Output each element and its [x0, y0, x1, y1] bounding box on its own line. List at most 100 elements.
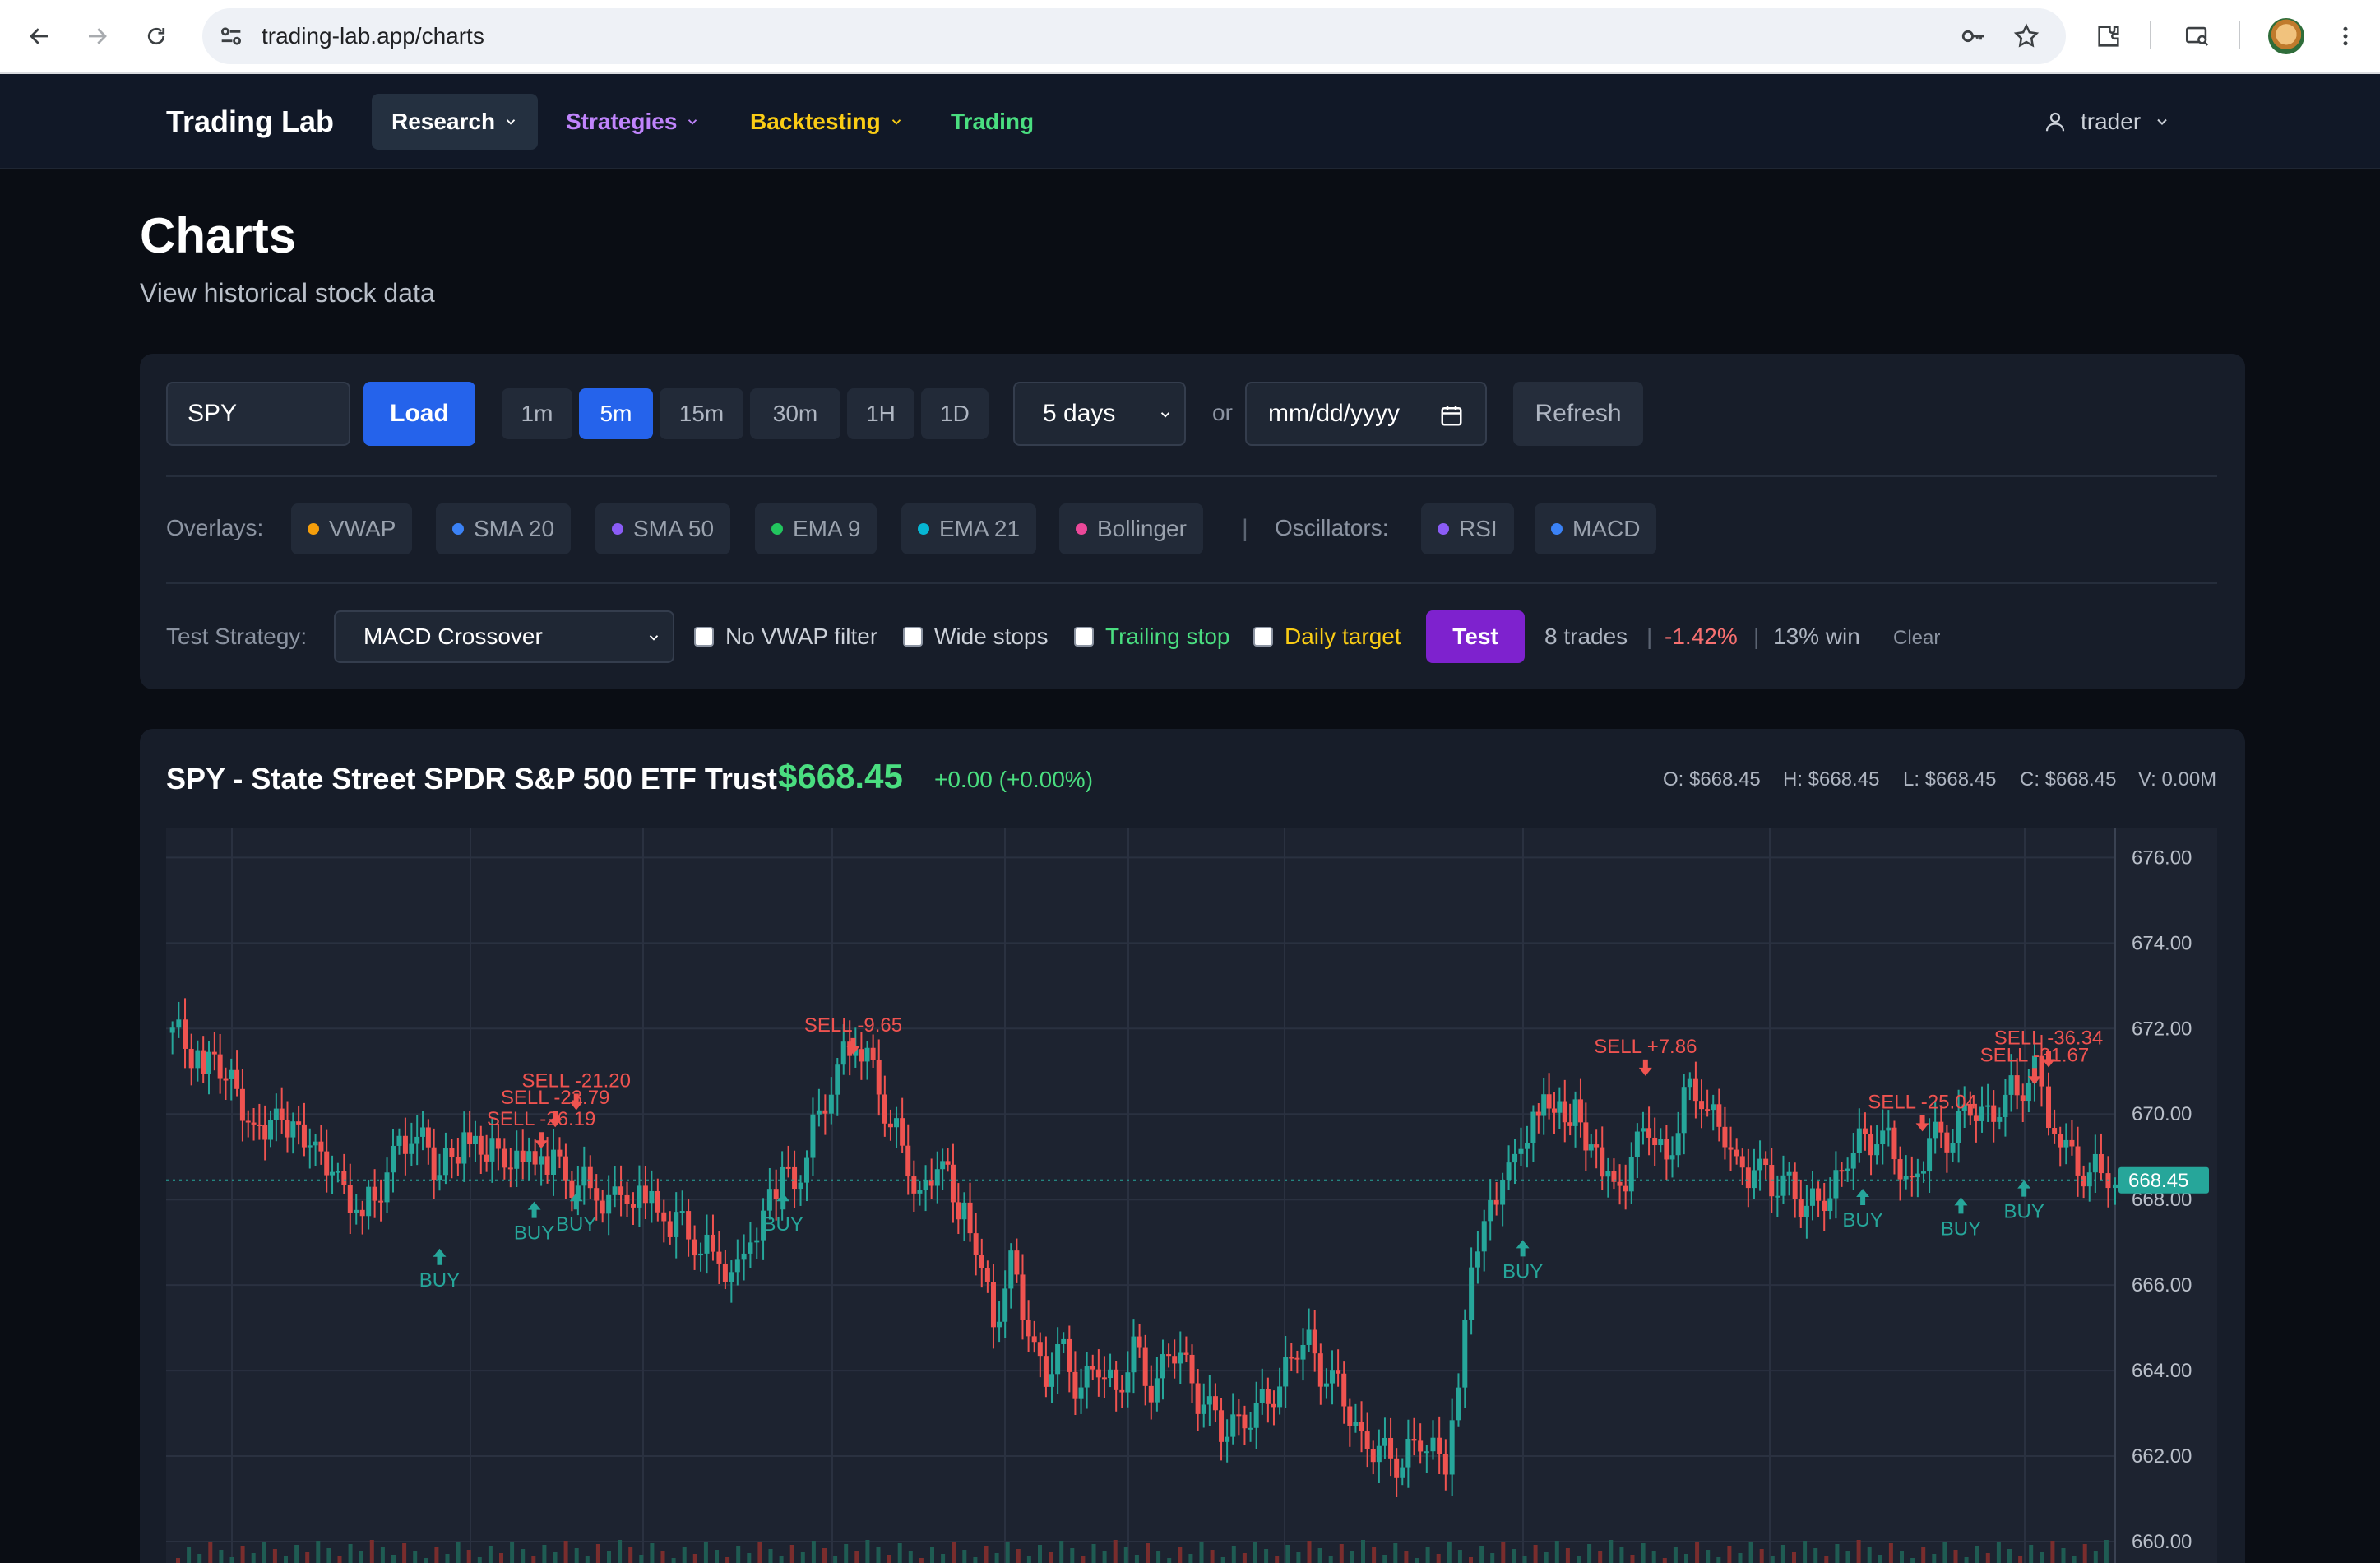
timeframe-5m[interactable]: 5m [579, 388, 653, 439]
candle-body [1456, 1387, 1461, 1421]
more-menu-icon[interactable] [2327, 18, 2364, 54]
candle-body [1400, 1467, 1405, 1478]
y-tick-label: 660.00 [2132, 1531, 2192, 1553]
overlay-ema9[interactable]: EMA 9 [755, 503, 877, 554]
address-bar[interactable]: trading-lab.app/charts [202, 8, 2066, 64]
volume-bar [1942, 1542, 1947, 1563]
volume-bar [1490, 1553, 1495, 1563]
timeframe-1h[interactable]: 1H [847, 388, 914, 439]
nav-trading[interactable]: Trading [931, 94, 1053, 150]
candle-body [1628, 1157, 1634, 1192]
timeframe-1m[interactable]: 1m [502, 388, 572, 439]
url-text[interactable]: trading-lab.app/charts [262, 8, 484, 64]
volume-bar [1845, 1551, 1850, 1563]
calendar-icon[interactable] [1439, 403, 1464, 428]
symbol-input[interactable]: SPY [166, 382, 350, 446]
volume-bar [208, 1542, 213, 1563]
volume-bar [1835, 1544, 1840, 1563]
candle-body [1562, 1101, 1567, 1123]
candle-body [563, 1156, 568, 1181]
volume-bar [456, 1542, 461, 1563]
candlestick-chart-svg[interactable]: 676.00674.00672.00670.00668.00666.00664.… [166, 828, 2217, 1563]
volume-bar [391, 1555, 396, 1563]
volume-bar [1328, 1556, 1333, 1563]
candle-body [1605, 1171, 1611, 1177]
toolbar-separator [2150, 21, 2151, 49]
price-chart[interactable]: 676.00 674.00 672.00 670.00 668.00 666.00 664.… [166, 828, 2217, 1563]
load-button[interactable]: Load [363, 382, 475, 446]
volume-bar [887, 1555, 891, 1563]
candle-body [1669, 1155, 1675, 1160]
candle-body [569, 1180, 575, 1199]
candle-body [1195, 1383, 1201, 1414]
volume-bar [984, 1546, 989, 1563]
timeframe-15m[interactable]: 15m [660, 388, 743, 439]
strategy-select[interactable]: MACD Crossover [334, 610, 674, 663]
volume-bar [628, 1547, 633, 1563]
site-settings-icon[interactable] [217, 22, 245, 54]
date-input[interactable]: mm/dd/yyyy [1245, 382, 1487, 446]
volume-bar [1554, 1541, 1559, 1563]
oscillator-rsi[interactable]: RSI [1421, 503, 1514, 554]
timeframe-1d[interactable]: 1D [921, 388, 989, 439]
oscillator-macd[interactable]: MACD [1535, 503, 1657, 554]
volume-bar [1049, 1552, 1053, 1563]
range-select[interactable]: 5 days [1013, 382, 1186, 446]
candle-body [1572, 1099, 1578, 1126]
candle-body [1757, 1158, 1763, 1171]
volume-bar [326, 1548, 331, 1563]
brand-logo[interactable]: Trading Lab [166, 74, 334, 169]
candle-body [239, 1088, 245, 1121]
timeframe-30m[interactable]: 30m [750, 388, 840, 439]
test-button[interactable]: Test [1426, 610, 1525, 663]
back-icon[interactable] [21, 18, 58, 54]
candle-body [1518, 1148, 1524, 1154]
overlay-ema21[interactable]: EMA 21 [901, 503, 1037, 554]
overlay-vwap[interactable]: VWAP [291, 503, 413, 554]
volume-bar [1156, 1551, 1161, 1563]
nav-strategies[interactable]: Strategies [546, 94, 720, 150]
page-subtitle: View historical stock data [140, 278, 435, 308]
extensions-icon[interactable] [2091, 18, 2127, 54]
candle-body [748, 1242, 753, 1254]
overlay-sma50[interactable]: SMA 50 [595, 503, 731, 554]
option-wide-stops[interactable]: Wide stops [903, 624, 1049, 650]
password-key-icon[interactable] [1956, 18, 1992, 54]
overlay-sma20[interactable]: SMA 20 [436, 503, 572, 554]
volume-bar [800, 1552, 805, 1563]
nav-research[interactable]: Research [372, 94, 539, 150]
candle-body [1442, 1454, 1448, 1475]
checkbox[interactable] [694, 627, 714, 647]
checkbox[interactable] [1253, 627, 1273, 647]
candle-body [649, 1190, 655, 1204]
refresh-button[interactable]: Refresh [1513, 382, 1643, 446]
candle-body [1594, 1144, 1600, 1148]
volume-bar [1813, 1548, 1818, 1563]
profile-avatar[interactable] [2268, 18, 2304, 54]
volume-bar [2104, 1540, 2109, 1563]
candle-body [1839, 1170, 1845, 1172]
candle-body [667, 1221, 673, 1237]
forward-icon[interactable] [79, 18, 115, 54]
tab-search-icon[interactable] [2179, 18, 2216, 54]
checkbox[interactable] [903, 627, 923, 647]
overlay-bollinger[interactable]: Bollinger [1059, 503, 1203, 554]
option-daily-target[interactable]: Daily target [1253, 624, 1401, 650]
oscillator-label: MACD [1572, 516, 1641, 541]
option-no-vwap-filter[interactable]: No VWAP filter [694, 624, 877, 650]
candle-body [1043, 1356, 1049, 1387]
candle-body [716, 1251, 722, 1264]
candle-body [1880, 1130, 1886, 1145]
bookmark-star-icon[interactable] [2008, 18, 2044, 54]
y-tick-label: 666.00 [2132, 1274, 2192, 1296]
user-menu[interactable]: trader [2043, 94, 2170, 150]
clear-button[interactable]: Clear [1893, 627, 1940, 650]
volume-bar [2050, 1541, 2055, 1563]
checkbox[interactable] [1074, 627, 1094, 647]
reload-icon[interactable] [138, 18, 174, 54]
option-trailing-stop[interactable]: Trailing stop [1074, 624, 1229, 650]
candle-body [257, 1124, 262, 1126]
volume-bar [2040, 1552, 2044, 1563]
nav-backtesting[interactable]: Backtesting [730, 94, 924, 150]
candle-body [1792, 1171, 1798, 1199]
